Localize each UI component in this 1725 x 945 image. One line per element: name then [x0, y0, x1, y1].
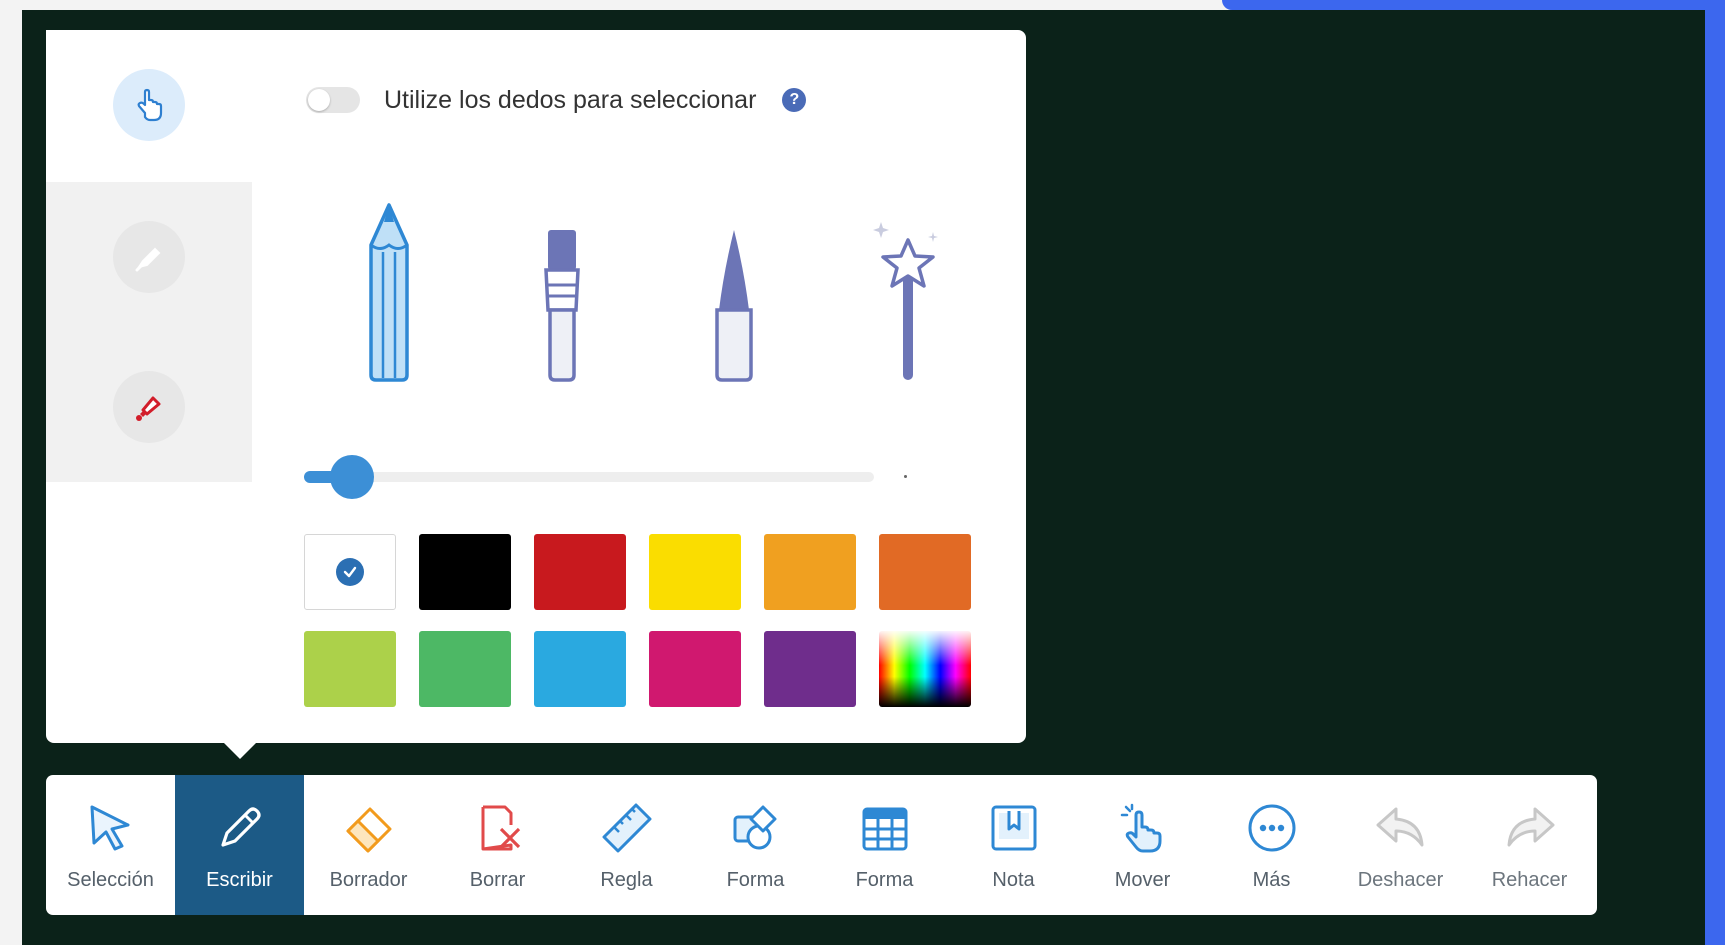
- pen-type-pencil[interactable]: [344, 200, 434, 385]
- finger-select-label: Utilize los dedos para seleccionar: [384, 85, 757, 114]
- marker-icon: [113, 371, 185, 443]
- tool-rehacer[interactable]: Rehacer: [1465, 775, 1594, 915]
- hand-pointer-icon: [113, 69, 185, 141]
- pen-icon: [220, 807, 261, 847]
- pen-type-magic-wand[interactable]: [863, 200, 953, 385]
- finger-select-toggle[interactable]: [306, 87, 360, 113]
- eraser-icon: [346, 807, 391, 853]
- color-palette: [304, 534, 971, 707]
- color-swatch[interactable]: [649, 631, 741, 707]
- tool-label: Selección: [67, 869, 154, 891]
- pen-mode-sidebar: [46, 30, 252, 743]
- tool-forma-table[interactable]: Forma: [820, 775, 949, 915]
- redo-icon: [1507, 807, 1554, 847]
- color-swatch[interactable]: [419, 631, 511, 707]
- tool-label: Más: [1252, 869, 1291, 891]
- question-icon[interactable]: ?: [782, 88, 807, 112]
- tool-label: Nota: [992, 869, 1035, 891]
- more-icon: [1248, 804, 1295, 852]
- tool-label: Rehacer: [1491, 869, 1568, 891]
- clear-page-icon: [481, 805, 520, 851]
- checkmark-icon: [336, 558, 364, 586]
- brush-icon: [544, 230, 580, 382]
- right-edge-strip: [1705, 0, 1725, 945]
- undo-icon: [1376, 807, 1423, 847]
- pen-type-nib[interactable]: [689, 200, 779, 385]
- tool-label: Forma: [855, 869, 914, 891]
- table-icon: [862, 807, 907, 851]
- slider-end-dot: [904, 475, 907, 478]
- tool-label: Deshacer: [1357, 869, 1444, 891]
- tool-label: Escribir: [206, 869, 273, 891]
- pencil-icon: [369, 203, 409, 382]
- slider-track: [352, 472, 874, 482]
- side-tab-highlighter[interactable]: [46, 182, 252, 332]
- tool-label: Forma: [726, 869, 785, 891]
- color-swatch[interactable]: [764, 534, 856, 610]
- ruler-icon: [602, 803, 651, 853]
- tool-seleccion[interactable]: Selección: [46, 775, 175, 915]
- stroke-width-slider[interactable]: [304, 453, 924, 501]
- nib-pen-icon: [715, 230, 753, 382]
- tool-label: Borrar: [469, 869, 526, 891]
- tool-forma-shapes[interactable]: Forma: [691, 775, 820, 915]
- tool-deshacer[interactable]: Deshacer: [1336, 775, 1465, 915]
- color-swatch[interactable]: [649, 534, 741, 610]
- bottom-toolbar: Selección Escribir Borrador Borrar Regla…: [46, 775, 1597, 915]
- tool-label: Regla: [600, 869, 653, 891]
- top-accent-bar: [1222, 0, 1725, 10]
- tool-escribir[interactable]: Escribir: [175, 775, 304, 915]
- color-swatch[interactable]: [304, 631, 396, 707]
- pen-type-brush[interactable]: [516, 200, 606, 385]
- tool-borrador[interactable]: Borrador: [304, 775, 433, 915]
- tool-mas[interactable]: Más: [1207, 775, 1336, 915]
- cursor-arrow-icon: [90, 805, 129, 851]
- tool-nota[interactable]: Nota: [949, 775, 1078, 915]
- tool-mover[interactable]: Mover: [1078, 775, 1207, 915]
- popover-pointer: [222, 741, 258, 759]
- note-icon: [991, 805, 1036, 851]
- color-swatch[interactable]: [304, 534, 396, 610]
- color-swatch[interactable]: [879, 534, 971, 610]
- pen-settings-popover: Utilize los dedos para seleccionar ?: [46, 30, 1026, 743]
- toggle-knob: [308, 89, 330, 111]
- finger-select-row: Utilize los dedos para seleccionar ?: [306, 80, 807, 120]
- shapes-icon: [733, 805, 776, 850]
- color-swatch[interactable]: [534, 631, 626, 707]
- highlighter-icon: [113, 221, 185, 293]
- side-tab-marker[interactable]: [46, 332, 252, 482]
- custom-color-swatch[interactable]: [879, 631, 971, 707]
- tool-borrar[interactable]: Borrar: [433, 775, 562, 915]
- tool-label: Borrador: [329, 869, 408, 891]
- side-tab-select[interactable]: [46, 30, 252, 180]
- move-hand-icon: [1120, 803, 1161, 853]
- tool-label: Mover: [1114, 869, 1171, 891]
- color-swatch[interactable]: [534, 534, 626, 610]
- color-swatch[interactable]: [419, 534, 511, 610]
- tool-regla[interactable]: Regla: [562, 775, 691, 915]
- magic-wand-icon: [873, 222, 938, 380]
- color-swatch[interactable]: [764, 631, 856, 707]
- slider-thumb[interactable]: [330, 455, 374, 499]
